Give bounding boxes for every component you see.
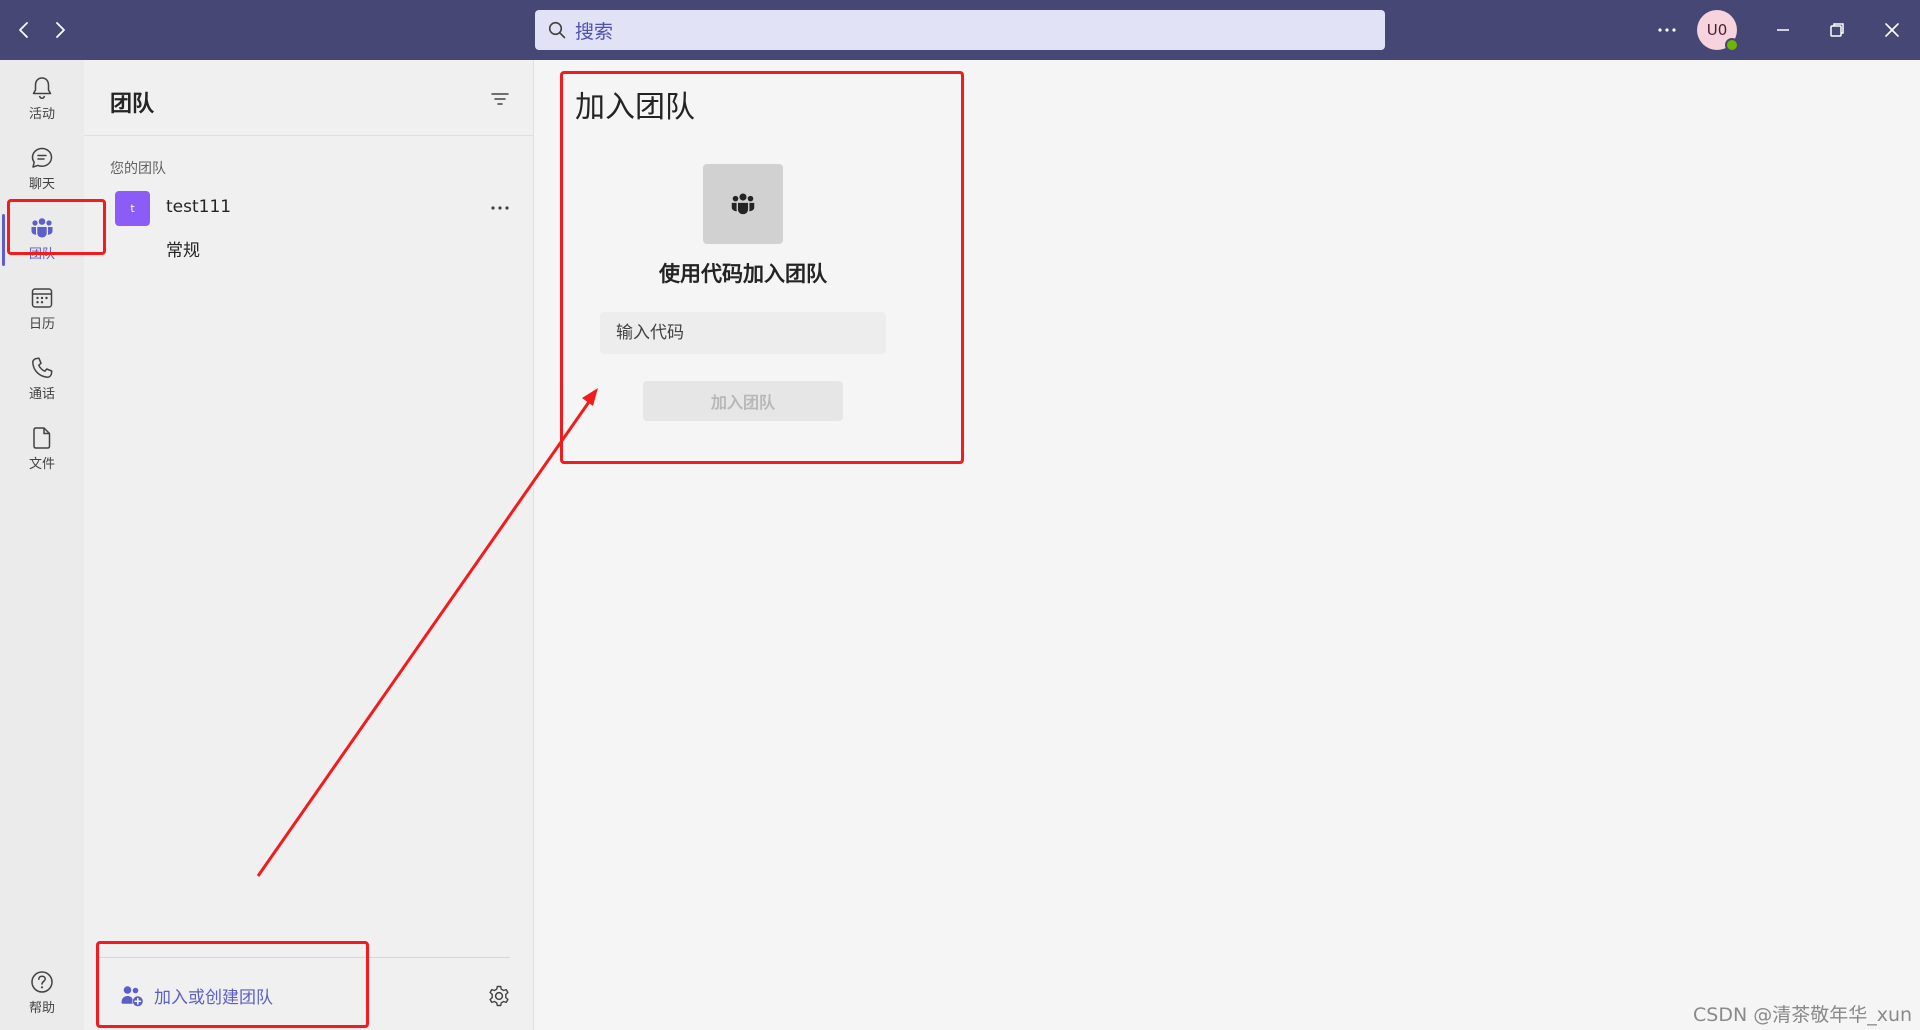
rail-label-activity: 活动	[28, 107, 55, 122]
team-more-options-icon[interactable]	[488, 196, 512, 220]
team-code-input[interactable]	[600, 312, 886, 354]
watermark: CSDN @清茶敬年华_xun	[1693, 1004, 1913, 1026]
rail-item-chat[interactable]: 聊天	[0, 136, 84, 200]
rail-item-calls[interactable]: 通话	[0, 346, 84, 410]
bell-icon	[32, 77, 52, 100]
team-item[interactable]: t test111	[84, 188, 534, 228]
search-icon	[548, 21, 566, 39]
rail-label-calls: 通话	[28, 387, 55, 402]
user-avatar[interactable]: U0	[1697, 10, 1739, 52]
gear-icon[interactable]	[486, 983, 512, 1009]
forward-arrow-icon[interactable]	[48, 18, 72, 42]
presence-available-icon	[1725, 38, 1739, 52]
search-bar[interactable]: 搜索	[535, 10, 1385, 50]
rail-item-files[interactable]: 文件	[0, 416, 84, 480]
rail-label-chat: 聊天	[28, 177, 55, 192]
app-rail: 活动 聊天 团队 日历 通话 文件 帮助	[0, 60, 84, 1030]
join-with-code-heading: 使用代码加入团队	[659, 262, 827, 286]
calendar-icon	[31, 288, 53, 308]
more-options-icon[interactable]	[1655, 18, 1679, 42]
teams-panel: 团队 您的团队 t test111 常规 加入或创建团队	[84, 60, 534, 1030]
divider	[98, 957, 510, 958]
rail-label-calendar: 日历	[28, 317, 55, 332]
divider	[84, 135, 534, 136]
filter-icon[interactable]	[488, 87, 512, 111]
rail-label-help: 帮助	[28, 1001, 55, 1016]
file-icon	[33, 427, 51, 449]
rail-label-files: 文件	[28, 457, 55, 472]
team-name: test111	[166, 197, 232, 217]
teams-icon	[731, 193, 755, 215]
team-card-icon	[703, 164, 783, 244]
help-icon	[31, 971, 53, 993]
section-label-your-teams: 您的团队	[110, 161, 166, 177]
rail-item-teams[interactable]: 团队	[0, 206, 84, 270]
join-team-button[interactable]: 加入团队	[643, 381, 843, 421]
add-team-icon	[121, 986, 143, 1007]
rail-label-teams: 团队	[28, 247, 55, 262]
channel-item-general[interactable]: 常规	[166, 236, 200, 261]
chat-icon	[31, 147, 53, 168]
teams-icon	[31, 218, 53, 238]
back-arrow-icon[interactable]	[12, 18, 36, 42]
close-icon[interactable]	[1878, 16, 1906, 44]
rail-item-activity[interactable]: 活动	[0, 66, 84, 130]
rail-item-calendar[interactable]: 日历	[0, 276, 84, 340]
avatar-initials: U0	[1706, 21, 1728, 39]
rail-item-help[interactable]: 帮助	[0, 960, 84, 1024]
phone-icon	[32, 357, 53, 378]
active-indicator	[2, 214, 5, 266]
title-bar: 搜索 U0	[0, 0, 1920, 60]
join-or-create-team-button[interactable]: 加入或创建团队	[118, 982, 273, 1008]
join-create-label: 加入或创建团队	[154, 987, 273, 1008]
main-content: 加入团队 使用代码加入团队 加入团队	[535, 60, 1920, 1030]
page-title: 加入团队	[575, 90, 695, 125]
minimize-icon[interactable]	[1769, 16, 1797, 44]
search-placeholder: 搜索	[575, 20, 614, 43]
team-avatar: t	[115, 191, 150, 226]
panel-title: 团队	[110, 92, 155, 117]
restore-icon[interactable]	[1823, 16, 1851, 44]
app-window: 搜索 U0 活动 聊天 团队 日历 通话 文件 帮助 团队 您的团队 t tes…	[0, 0, 1920, 1030]
